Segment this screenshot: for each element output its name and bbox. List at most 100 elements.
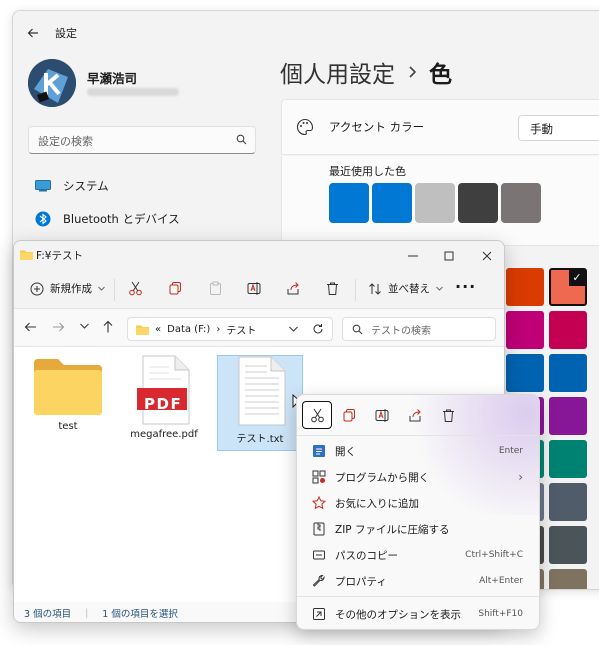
more-icon[interactable]: ··· (455, 277, 476, 296)
settings-search-placeholder: 設定の検索 (38, 135, 93, 148)
menu-item-shortcut: Ctrl+Shift+C (465, 550, 523, 560)
path-segment-drive[interactable]: Data (F:) (167, 324, 210, 335)
windows-color-swatch[interactable] (549, 354, 587, 392)
pdf-badge: PDF (144, 395, 183, 413)
menu-item-shortcut: Alt+Enter (479, 576, 523, 586)
explorer-title: F:¥テスト (36, 250, 83, 262)
more-options-icon (311, 606, 327, 622)
menu-item-properties[interactable]: プロパティ Alt+Enter (305, 569, 533, 593)
file-item-pdf[interactable]: PDF megafree.pdf (121, 355, 207, 451)
sidebar-item-label: Bluetooth とデバイス (63, 212, 180, 226)
back-arrow-icon[interactable] (24, 321, 37, 333)
windows-color-swatch[interactable] (506, 311, 544, 349)
accent-mode-dropdown[interactable]: 手動 (518, 115, 599, 141)
settings-title: 設定 (55, 27, 77, 40)
path-overflow[interactable]: « (155, 324, 161, 335)
windows-color-swatch[interactable]: ✓ (549, 268, 587, 306)
sort-button-label: 並べ替え (388, 283, 430, 295)
settings-search-input[interactable]: 設定の検索 (28, 126, 256, 154)
file-name: megafree.pdf (130, 429, 198, 440)
sort-button[interactable]: 並べ替え (368, 281, 443, 296)
recent-color-swatch[interactable] (458, 183, 498, 223)
accent-color-label: アクセント カラー (329, 120, 425, 134)
maximize-icon[interactable] (440, 247, 458, 265)
share-icon[interactable] (286, 281, 301, 296)
recent-color-swatch[interactable] (372, 183, 412, 223)
sidebar-item-system[interactable]: システム (35, 175, 109, 197)
text-file-icon (231, 356, 289, 426)
user-email-blurred (87, 88, 179, 96)
menu-item-open[interactable]: 開く Enter (305, 439, 533, 463)
windows-color-swatch[interactable] (549, 483, 587, 521)
breadcrumb: 個人用設定 色 (280, 55, 452, 89)
user-name: 早瀬浩司 (87, 71, 138, 86)
monitor-icon (35, 180, 51, 192)
cut-icon[interactable] (128, 281, 143, 296)
up-arrow-icon[interactable] (102, 320, 114, 333)
menu-item-label: プロパティ (335, 575, 387, 588)
windows-color-swatch[interactable] (506, 268, 544, 306)
menu-item-copy-path[interactable]: パスのコピー Ctrl+Shift+C (305, 543, 533, 567)
path-segment-folder[interactable]: テスト (226, 322, 256, 337)
page-title: 色 (429, 62, 452, 88)
forward-arrow-icon[interactable] (52, 321, 65, 333)
chevron-down-icon[interactable] (289, 326, 298, 332)
sidebar-item-label: システム (63, 179, 109, 193)
context-menu: 開く Enter プログラムから開く › お気に入りに追加 ZIP ファイルに圧… (296, 394, 540, 630)
folder-icon (20, 249, 33, 260)
open-icon (311, 443, 327, 459)
file-item-text-selected[interactable]: テスト.txt (217, 355, 303, 451)
delete-icon[interactable] (433, 401, 463, 429)
file-item-folder[interactable]: test (25, 355, 111, 451)
delete-icon[interactable] (325, 281, 340, 296)
rename-icon[interactable] (247, 281, 262, 296)
open-with-icon (311, 469, 327, 485)
bluetooth-icon (35, 211, 51, 227)
explorer-address-row: « Data (F:) › テスト テストの検索 (14, 309, 504, 347)
windows-color-swatch[interactable] (549, 440, 587, 478)
recent-color-swatch[interactable] (329, 183, 369, 223)
recent-colors-label: 最近使用した色 (329, 165, 406, 178)
properties-icon (311, 573, 327, 589)
recent-color-swatch[interactable] (415, 183, 455, 223)
breadcrumb-personalization[interactable]: 個人用設定 (280, 55, 395, 89)
cut-icon[interactable] (302, 401, 332, 429)
menu-item-label: プログラムから開く (335, 471, 430, 484)
avatar[interactable] (28, 59, 76, 107)
menu-item-open-with[interactable]: プログラムから開く › (305, 465, 533, 489)
search-icon (352, 324, 363, 335)
submenu-chevron-icon: › (518, 470, 523, 484)
chevron-right-icon (407, 65, 417, 79)
close-icon[interactable] (478, 247, 496, 265)
share-icon[interactable] (400, 401, 430, 429)
copy-icon[interactable] (168, 281, 183, 296)
menu-item-compress-zip[interactable]: ZIP ファイルに圧縮する (305, 517, 533, 541)
folder-icon (32, 355, 104, 417)
new-button[interactable]: 新規作成 (30, 281, 105, 296)
recent-color-swatch[interactable] (501, 183, 541, 223)
menu-item-add-favorite[interactable]: お気に入りに追加 (305, 491, 533, 515)
copy-icon[interactable] (334, 401, 364, 429)
back-arrow-icon[interactable] (27, 27, 39, 39)
windows-color-swatch[interactable] (506, 354, 544, 392)
item-count: 3 個の項目 (24, 609, 72, 620)
windows-color-swatch[interactable] (549, 569, 587, 589)
selected-check-icon: ✓ (569, 270, 585, 286)
sidebar-item-bluetooth[interactable]: Bluetooth とデバイス (35, 208, 180, 230)
recent-locations-chevron-icon[interactable] (80, 323, 89, 329)
paste-icon[interactable] (208, 281, 223, 296)
windows-color-swatch[interactable] (549, 526, 587, 564)
explorer-search-input[interactable]: テストの検索 (342, 317, 496, 341)
plus-circle-icon (30, 282, 44, 296)
windows-color-swatch[interactable] (549, 311, 587, 349)
menu-item-label: パスのコピー (335, 549, 398, 562)
menu-item-label: 開く (335, 445, 356, 458)
selected-count: 1 個の項目を選択 (102, 609, 178, 620)
rename-icon[interactable] (367, 401, 397, 429)
menu-item-more-options[interactable]: その他のオプションを表示 Shift+F10 (305, 602, 533, 626)
refresh-icon[interactable] (312, 323, 324, 335)
windows-color-swatch[interactable] (549, 397, 587, 435)
minimize-icon[interactable] (404, 247, 422, 265)
settings-title-bar: 設定 (27, 23, 77, 43)
address-bar[interactable]: « Data (F:) › テスト (127, 317, 333, 341)
